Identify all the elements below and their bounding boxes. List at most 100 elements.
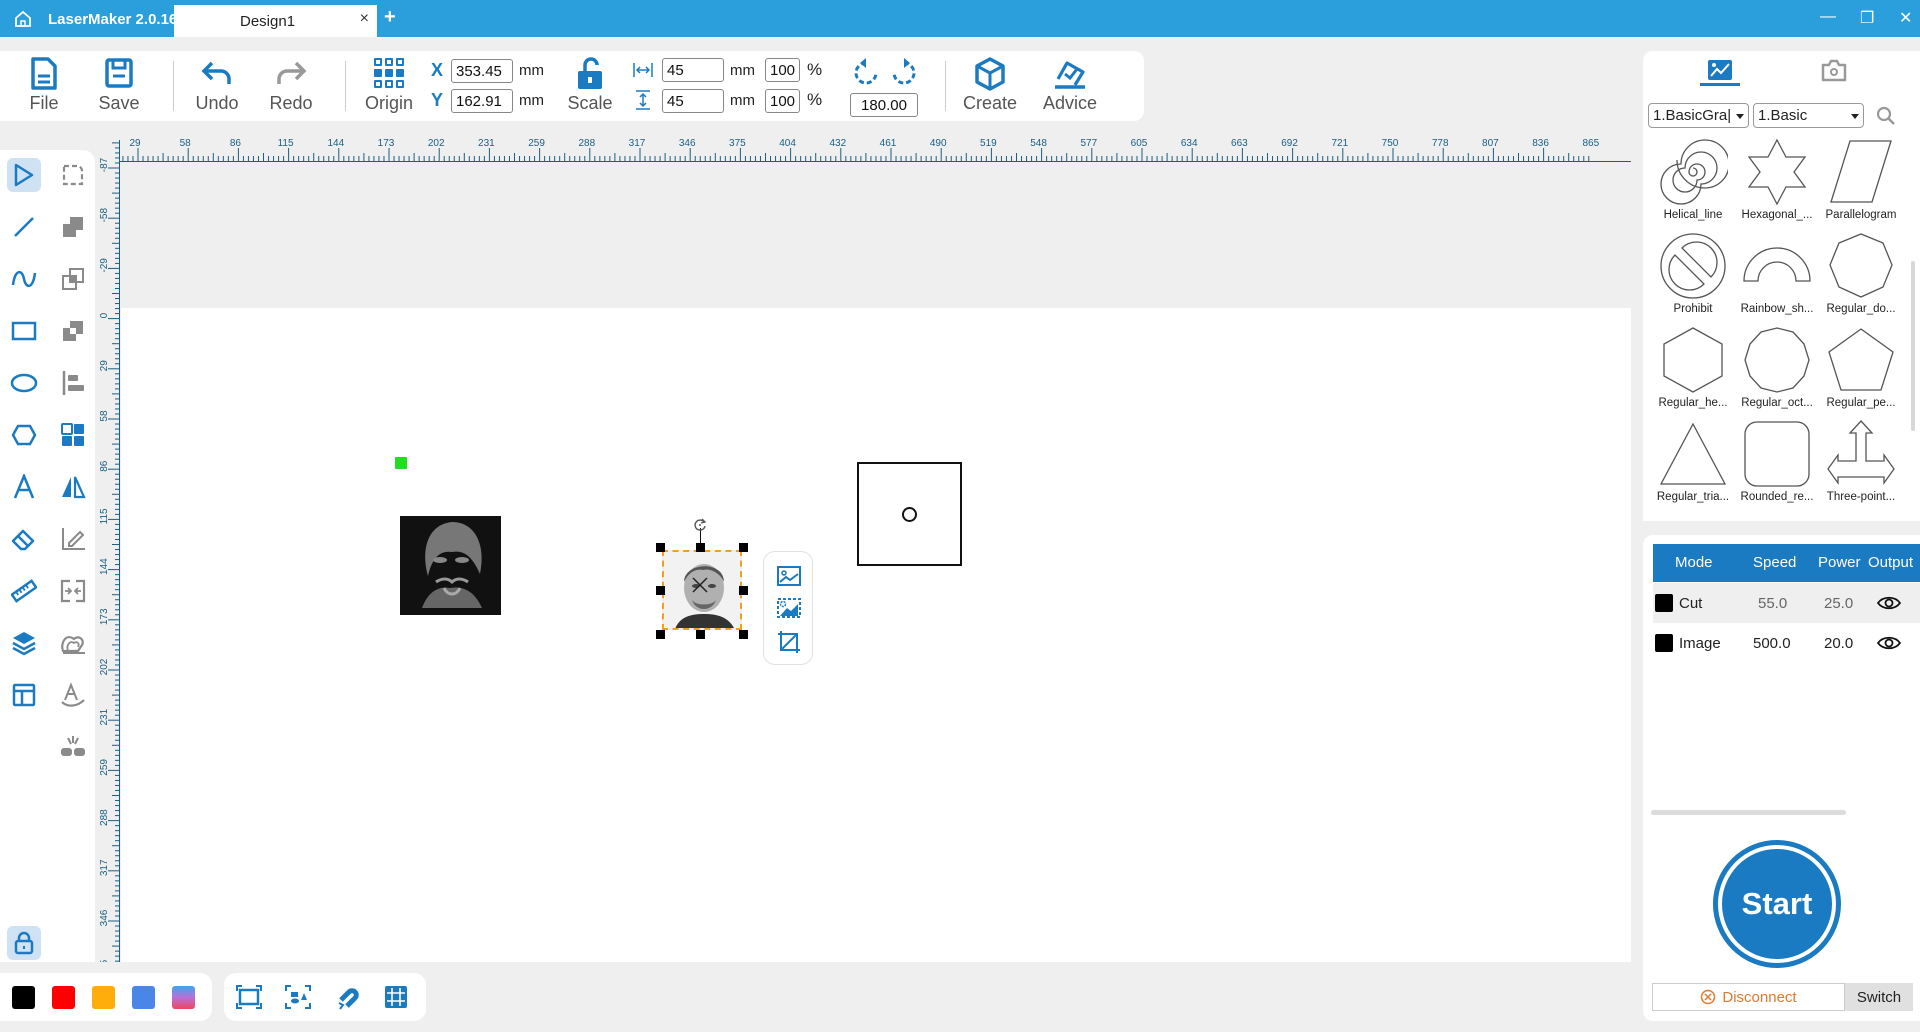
- disconnect-button[interactable]: Disconnect: [1652, 983, 1845, 1011]
- circle-shape-object[interactable]: [902, 507, 917, 522]
- image-chart-icon[interactable]: [1707, 59, 1733, 83]
- redo-button[interactable]: Redo: [256, 57, 326, 114]
- flash-tool[interactable]: [56, 730, 90, 764]
- width-percent-input[interactable]: [765, 58, 800, 82]
- category-select[interactable]: 1.BasicGra|: [1648, 103, 1749, 128]
- crop-icon[interactable]: [777, 630, 801, 654]
- eye-icon[interactable]: [1877, 595, 1901, 611]
- rotate-handle-icon[interactable]: [693, 518, 707, 532]
- grid-icon[interactable]: [384, 985, 408, 1009]
- new-tab-button[interactable]: +: [384, 6, 396, 29]
- resize-handle-n[interactable]: [696, 543, 705, 552]
- rotate-cw-icon[interactable]: [890, 57, 918, 87]
- layer-row[interactable]: Cut 55.0 25.0: [1653, 583, 1920, 623]
- design-canvas[interactable]: [121, 308, 1631, 962]
- text-tool[interactable]: [7, 470, 41, 504]
- origin-marker[interactable]: [395, 457, 407, 469]
- offset-heart-tool[interactable]: [56, 626, 90, 660]
- shape-item[interactable]: Prohibit: [1650, 231, 1736, 323]
- resize-handle-nw[interactable]: [656, 543, 665, 552]
- eye-icon[interactable]: [1877, 635, 1901, 651]
- eraser-tool[interactable]: [7, 522, 41, 556]
- layer-speed[interactable]: 55.0: [1758, 595, 1787, 612]
- color-swatch-gradient[interactable]: [172, 986, 195, 1009]
- select-tool[interactable]: [7, 158, 41, 192]
- lock-button[interactable]: [7, 926, 41, 960]
- array-tool[interactable]: [56, 418, 90, 452]
- shape-item[interactable]: Rainbow_sh...: [1734, 231, 1820, 323]
- resize-handle-s[interactable]: [696, 630, 705, 639]
- resize-handle-se[interactable]: [739, 630, 748, 639]
- tab-close-icon[interactable]: ×: [360, 10, 369, 28]
- shape-item[interactable]: Regular_oct...: [1734, 325, 1820, 417]
- shape-item[interactable]: Three-point...: [1818, 419, 1904, 511]
- home-icon[interactable]: [14, 10, 32, 28]
- x-position-input[interactable]: [451, 59, 513, 83]
- magnet-icon[interactable]: [335, 984, 361, 1010]
- resize-handle-sw[interactable]: [656, 630, 665, 639]
- height-percent-input[interactable]: [765, 89, 800, 113]
- switch-button[interactable]: Switch: [1845, 983, 1913, 1011]
- camera-icon[interactable]: [1821, 58, 1847, 82]
- search-icon[interactable]: [1876, 106, 1896, 126]
- layers-tool[interactable]: [7, 626, 41, 660]
- rectangle-tool[interactable]: [7, 314, 41, 348]
- save-button[interactable]: Save: [84, 57, 154, 114]
- resize-handle-ne[interactable]: [739, 543, 748, 552]
- color-swatch-red[interactable]: [52, 986, 75, 1009]
- union-tool[interactable]: [56, 210, 90, 244]
- resize-handle-w[interactable]: [656, 586, 665, 595]
- layer-speed[interactable]: 500.0: [1753, 635, 1791, 652]
- shape-item[interactable]: Regular_he...: [1650, 325, 1736, 417]
- polygon-tool[interactable]: [7, 418, 41, 452]
- horizontal-ruler[interactable]: 29 58 86 115 144 173 202 231 259 288 317 346 375 404 4…: [120, 137, 1631, 162]
- color-swatch-blue[interactable]: [132, 986, 155, 1009]
- restore-button[interactable]: ❐: [1860, 8, 1874, 28]
- mirror-tool[interactable]: [56, 470, 90, 504]
- shape-item[interactable]: Parallelogram: [1818, 137, 1904, 229]
- layer-power[interactable]: 20.0: [1824, 635, 1853, 652]
- shape-item[interactable]: Regular_do...: [1818, 231, 1904, 323]
- advice-button[interactable]: Advice: [1035, 57, 1105, 114]
- subcategory-select[interactable]: 1.Basic: [1753, 103, 1864, 128]
- align-tool[interactable]: [56, 366, 90, 400]
- layer-power[interactable]: 25.0: [1824, 595, 1853, 612]
- measure-edit-tool[interactable]: [56, 522, 90, 556]
- origin-button[interactable]: Origin: [354, 57, 424, 114]
- ruler-tool[interactable]: [7, 574, 41, 608]
- fit-frame-icon[interactable]: [236, 985, 262, 1009]
- intersect-tool[interactable]: [56, 262, 90, 296]
- resize-handle-e[interactable]: [739, 586, 748, 595]
- width-input[interactable]: [662, 58, 724, 82]
- shape-item[interactable]: Helical_line: [1650, 137, 1736, 229]
- file-button[interactable]: File: [9, 57, 79, 114]
- rotation-input[interactable]: [850, 93, 918, 117]
- image-edit-icon[interactable]: [777, 566, 801, 586]
- color-swatch-orange[interactable]: [92, 986, 115, 1009]
- layers-scrollbar[interactable]: [1651, 810, 1846, 815]
- color-swatch-black[interactable]: [12, 986, 35, 1009]
- layer-row[interactable]: Image 500.0 20.0: [1653, 623, 1920, 663]
- height-input[interactable]: [662, 89, 724, 113]
- rotate-ccw-icon[interactable]: [852, 57, 880, 87]
- shape-item[interactable]: Rounded_re...: [1734, 419, 1820, 511]
- center-tool[interactable]: [56, 574, 90, 608]
- vertical-ruler[interactable]: -87 -58 -29 0 29 58 86 115 144 173 202 231 259 288 317…: [98, 140, 120, 977]
- create-button[interactable]: Create: [955, 57, 1025, 114]
- difference-tool[interactable]: [56, 314, 90, 348]
- shape-item[interactable]: Regular_pe...: [1818, 325, 1904, 417]
- ellipse-tool[interactable]: [7, 366, 41, 400]
- image-object-processed[interactable]: [400, 516, 501, 615]
- text-path-tool[interactable]: [56, 678, 90, 712]
- shape-item[interactable]: Regular_tria...: [1650, 419, 1736, 511]
- start-button[interactable]: Start: [1713, 840, 1841, 968]
- shape-list-scrollbar[interactable]: [1911, 261, 1915, 431]
- close-button[interactable]: ✕: [1899, 8, 1912, 28]
- tab-design1[interactable]: Design1 ×: [174, 5, 377, 37]
- node-edit-tool[interactable]: [56, 158, 90, 192]
- select-all-icon[interactable]: [285, 985, 311, 1009]
- curve-tool[interactable]: [7, 262, 41, 296]
- line-tool[interactable]: [7, 210, 41, 244]
- layer-color-swatch[interactable]: [1655, 594, 1673, 612]
- minimize-button[interactable]: —: [1820, 8, 1836, 26]
